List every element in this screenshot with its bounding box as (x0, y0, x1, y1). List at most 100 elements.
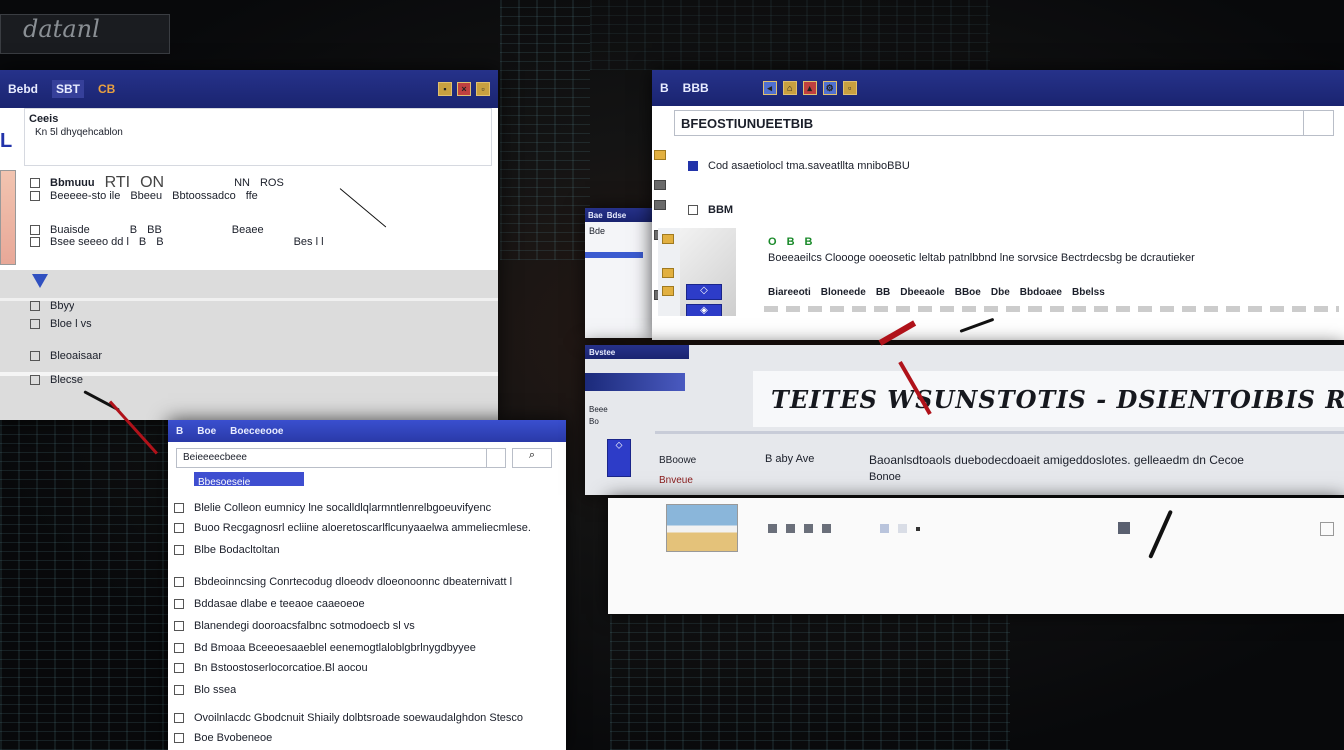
list-item[interactable]: Blo ssea (174, 684, 236, 696)
bottom-tab-2[interactable]: Boe (197, 426, 216, 437)
tool-icon[interactable] (768, 524, 777, 533)
bottom-tab-3[interactable]: Boeceeooe (230, 426, 283, 437)
label-text: BBM (708, 204, 734, 216)
list-item[interactable]: Blbe Bodacltoltan (174, 544, 280, 556)
item-checkbox[interactable] (174, 643, 184, 653)
folder-icon[interactable] (662, 268, 674, 278)
list-item[interactable]: Bddasae dlabe e teeaoe caaeoeoe (174, 598, 365, 610)
tool-icon[interactable] (880, 524, 889, 533)
item-checkbox[interactable] (174, 663, 184, 673)
row-checkbox[interactable] (30, 178, 40, 188)
row-checkbox[interactable] (30, 237, 40, 247)
fire-icon[interactable]: ▴ (802, 81, 817, 95)
side-action-button[interactable]: ⬦ (607, 439, 631, 477)
column-label[interactable]: Bbelss (1072, 287, 1105, 298)
window-icon[interactable]: ▫ (476, 82, 490, 96)
column-label[interactable]: Dbe (991, 287, 1010, 298)
option-checkbox[interactable] (688, 161, 698, 171)
column-label[interactable]: Bloneede (821, 287, 866, 298)
small-tab-2[interactable]: Bdse (607, 211, 627, 220)
column-label[interactable]: BBoe (955, 287, 981, 298)
lower-tab-1[interactable]: Bvstee (589, 348, 615, 357)
list-item[interactable]: Bloe l vs (30, 318, 92, 330)
item-checkbox[interactable] (174, 733, 184, 743)
list-item-label: Blecse (50, 374, 84, 386)
search-icon[interactable]: ⌕ (512, 448, 552, 468)
list-checkbox[interactable] (30, 319, 40, 329)
file-icon[interactable] (654, 180, 666, 190)
option-row[interactable]: Cod asaetiolocl tma.saveatllta mniboBBU (688, 160, 910, 172)
right-window-titlebar: B BBB ◂ ⌂ ▴ ⚙ ▫ (652, 70, 1344, 106)
title-tab-3[interactable]: CB (98, 82, 115, 96)
item-checkbox[interactable] (174, 545, 184, 555)
folder-icon[interactable] (662, 234, 674, 244)
left-row-3[interactable]: Buaisde B BB Beaee (30, 224, 264, 236)
window-icon[interactable]: ▫ (842, 81, 857, 95)
settings-icon[interactable]: ⚙ (822, 81, 837, 95)
title-tab-1[interactable]: Bebd (8, 82, 38, 96)
file-icon[interactable] (654, 200, 666, 210)
address-go-button[interactable] (1303, 111, 1333, 135)
bottom-tab-1[interactable]: B (176, 426, 183, 437)
dropdown-button[interactable] (486, 448, 506, 468)
item-checkbox[interactable] (174, 713, 184, 723)
checkbox[interactable] (1320, 522, 1334, 536)
title-tab-2[interactable]: SBT (52, 80, 84, 98)
folder-icon[interactable]: ▪ (438, 82, 452, 96)
list-item[interactable]: Bbdeoinncsing Conrtecodug dloeodv dloeon… (174, 576, 512, 588)
list-checkbox[interactable] (30, 351, 40, 361)
item-checkbox[interactable] (174, 503, 184, 513)
item-checkbox[interactable] (174, 685, 184, 695)
list-item[interactable]: Ovoilnlacdc Gbodcnuit Shiaily dolbtsroad… (174, 712, 523, 724)
column-label[interactable]: BB (876, 287, 890, 298)
row-checkbox[interactable] (30, 225, 40, 235)
list-item[interactable]: Bleoaisaar (30, 350, 102, 362)
list-item[interactable]: Blelie Colleon eumnicy lne socalldlqlarm… (174, 502, 491, 514)
list-checkbox[interactable] (30, 301, 40, 311)
lower-selected-bar[interactable] (585, 373, 685, 391)
list-item[interactable]: Blecse (30, 374, 83, 386)
action-button-1[interactable]: ◇ (686, 284, 722, 300)
media-thumbnail[interactable] (666, 504, 738, 552)
column-label[interactable]: Biareeoti (768, 287, 811, 298)
list-item[interactable]: Bn Bstoostoserlocorcatioe.Bl aocou (174, 662, 368, 674)
folder-icon[interactable] (654, 150, 666, 160)
selected-row[interactable]: Bbesoeseie (194, 472, 304, 488)
list-item[interactable]: Boe Bvobeneoe (174, 732, 272, 744)
tool-icon[interactable] (822, 524, 831, 533)
list-checkbox[interactable] (30, 375, 40, 385)
left-row-2[interactable]: Beeeee-sto ile Bbeeu Bbtoossadco ffe (30, 190, 258, 202)
column-label[interactable]: Dbeeaole (900, 287, 944, 298)
label-checkbox[interactable] (688, 205, 698, 215)
item-checkbox[interactable] (174, 577, 184, 587)
small-window-titlebar: Bae Bdse (585, 208, 655, 222)
address-bar[interactable]: BFEOSTIUNUEETBIB (674, 110, 1334, 136)
list-item[interactable]: Blanendegi dooroacsfalbnc sotmodoecb sl … (174, 620, 415, 632)
left-window: Bebd SBT CB ▪ × ▫ Ceeis Kn 5l dhyqehcabl… (0, 70, 498, 420)
stop-icon[interactable] (1118, 522, 1130, 534)
row-checkbox[interactable] (30, 191, 40, 201)
item-checkbox[interactable] (174, 621, 184, 631)
right-lower-panel: Bvstee Beee Bo TEITES WSUNSTOTIS - DSIEN… (585, 345, 1344, 495)
back-icon[interactable]: ◂ (762, 81, 777, 95)
tool-icon[interactable] (804, 524, 813, 533)
list-item[interactable]: Bd Bmoaa Bceeoesaaeblel eenemogtlaloblgb… (174, 642, 476, 654)
item-checkbox[interactable] (174, 599, 184, 609)
right-tab-2[interactable]: BBB (683, 81, 709, 95)
home-icon[interactable]: ⌂ (782, 81, 797, 95)
list-item-label: Ovoilnlacdc Gbodcnuit Shiaily dolbtsroad… (194, 712, 523, 724)
list-item[interactable]: Bbyy (30, 300, 74, 312)
search-input[interactable]: Beieeeecbeee (176, 448, 488, 468)
letter-l-mark: L (0, 130, 13, 152)
tool-icon[interactable] (786, 524, 795, 533)
column-label[interactable]: Bbdoaee (1020, 287, 1062, 298)
close-icon[interactable]: × (457, 82, 471, 96)
list-item[interactable]: Buoo Recgagnosrl ecliine aloeretoscarlfl… (174, 522, 531, 534)
left-row-4[interactable]: Bsee seeeo dd l B B Bes l l (30, 236, 324, 248)
small-tab-1[interactable]: Bae (588, 211, 603, 220)
right-tab-1[interactable]: B (660, 81, 669, 95)
item-checkbox[interactable] (174, 523, 184, 533)
bottom-window-titlebar: B Boe Boeceeooe (168, 420, 566, 442)
tool-icon[interactable] (898, 524, 907, 533)
folder-icon[interactable] (662, 286, 674, 296)
